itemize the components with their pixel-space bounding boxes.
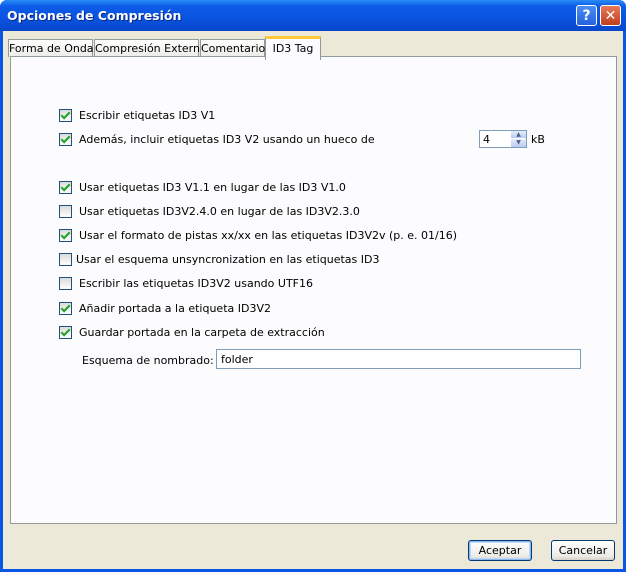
tab-compresion-externa[interactable]: Compresión Externa (94, 39, 207, 57)
padding-spinner[interactable]: 4 ▲ ▼ (479, 130, 527, 148)
option-label: Escribir etiquetas ID3 V1 (79, 109, 216, 122)
title-bar[interactable]: Opciones de Compresión ? ✕ (0, 0, 626, 31)
option-add-cover[interactable]: Añadir portada a la etiqueta ID3V2 (59, 302, 271, 315)
checkbox[interactable] (59, 326, 72, 339)
tab-id3-tag[interactable]: ID3 Tag (265, 36, 321, 60)
spin-down-icon[interactable]: ▼ (511, 139, 526, 147)
tab-comentario[interactable]: Comentario (200, 39, 265, 57)
checkbox[interactable] (59, 229, 72, 242)
tab-label: Forma de Onda (9, 42, 94, 55)
cancel-label: Cancelar (558, 544, 608, 557)
checkbox[interactable] (59, 181, 72, 194)
option-include-id3v2[interactable]: Además, incluir etiquetas ID3 V2 usando … (59, 133, 375, 146)
padding-value[interactable]: 4 (483, 133, 490, 146)
option-write-id3v1[interactable]: Escribir etiquetas ID3 V1 (59, 109, 215, 122)
option-label: Usar etiquetas ID3V2.4.0 en lugar de las… (79, 205, 360, 218)
option-utf16[interactable]: Escribir las etiquetas ID3V2 usando UTF1… (59, 277, 313, 290)
dialog-body: Forma de Onda Compresión Externa Comenta… (3, 31, 623, 569)
naming-scheme-value: folder (221, 353, 253, 366)
accept-button[interactable]: Aceptar (468, 540, 532, 561)
window-title: Opciones de Compresión (7, 8, 182, 23)
tab-label: ID3 Tag (272, 42, 314, 55)
checkbox[interactable] (59, 109, 72, 122)
option-label: Escribir las etiquetas ID3V2 usando UTF1… (79, 277, 313, 290)
help-icon: ? (582, 7, 591, 24)
checkbox[interactable] (59, 205, 72, 218)
option-label: Usar el formato de pistas xx/xx en las e… (79, 229, 457, 242)
padding-unit: kB (531, 133, 545, 146)
tab-label: Comentario (201, 42, 266, 55)
spinner-arrows: ▲ ▼ (511, 131, 526, 147)
checkbox[interactable] (59, 133, 72, 146)
option-id3v11[interactable]: Usar etiquetas ID3 V1.1 en lugar de las … (59, 181, 346, 194)
option-track-format[interactable]: Usar el formato de pistas xx/xx en las e… (59, 229, 457, 242)
option-label: Añadir portada a la etiqueta ID3V2 (79, 302, 271, 315)
close-icon: ✕ (604, 7, 617, 24)
checkbox[interactable] (59, 277, 72, 290)
option-label: Usar etiquetas ID3 V1.1 en lugar de las … (79, 181, 346, 194)
option-label: Usar el esquema unsyncronization en las … (76, 253, 380, 266)
cancel-button[interactable]: Cancelar (551, 540, 615, 561)
naming-scheme-label: Esquema de nombrado: (82, 354, 214, 367)
option-label: Guardar portada en la carpeta de extracc… (79, 326, 325, 339)
option-label: Además, incluir etiquetas ID3 V2 usando … (79, 133, 375, 146)
tab-label: Compresión Externa (95, 42, 207, 55)
accept-label: Aceptar (478, 544, 522, 557)
dialog-window: Opciones de Compresión ? ✕ Forma de Onda… (0, 0, 626, 572)
option-id3v240[interactable]: Usar etiquetas ID3V2.4.0 en lugar de las… (59, 205, 360, 218)
spin-up-icon[interactable]: ▲ (511, 131, 526, 139)
checkbox[interactable] (59, 253, 72, 266)
option-save-cover[interactable]: Guardar portada en la carpeta de extracc… (59, 326, 325, 339)
option-unsync[interactable]: Usar el esquema unsyncronization en las … (59, 253, 379, 266)
close-button[interactable]: ✕ (600, 5, 621, 26)
tab-panel-id3: Escribir etiquetas ID3 V1 Además, inclui… (10, 56, 617, 524)
tab-forma-de-onda[interactable]: Forma de Onda (8, 39, 94, 57)
naming-scheme-input[interactable]: folder (216, 349, 581, 369)
checkbox[interactable] (59, 302, 72, 315)
help-button[interactable]: ? (576, 5, 597, 26)
